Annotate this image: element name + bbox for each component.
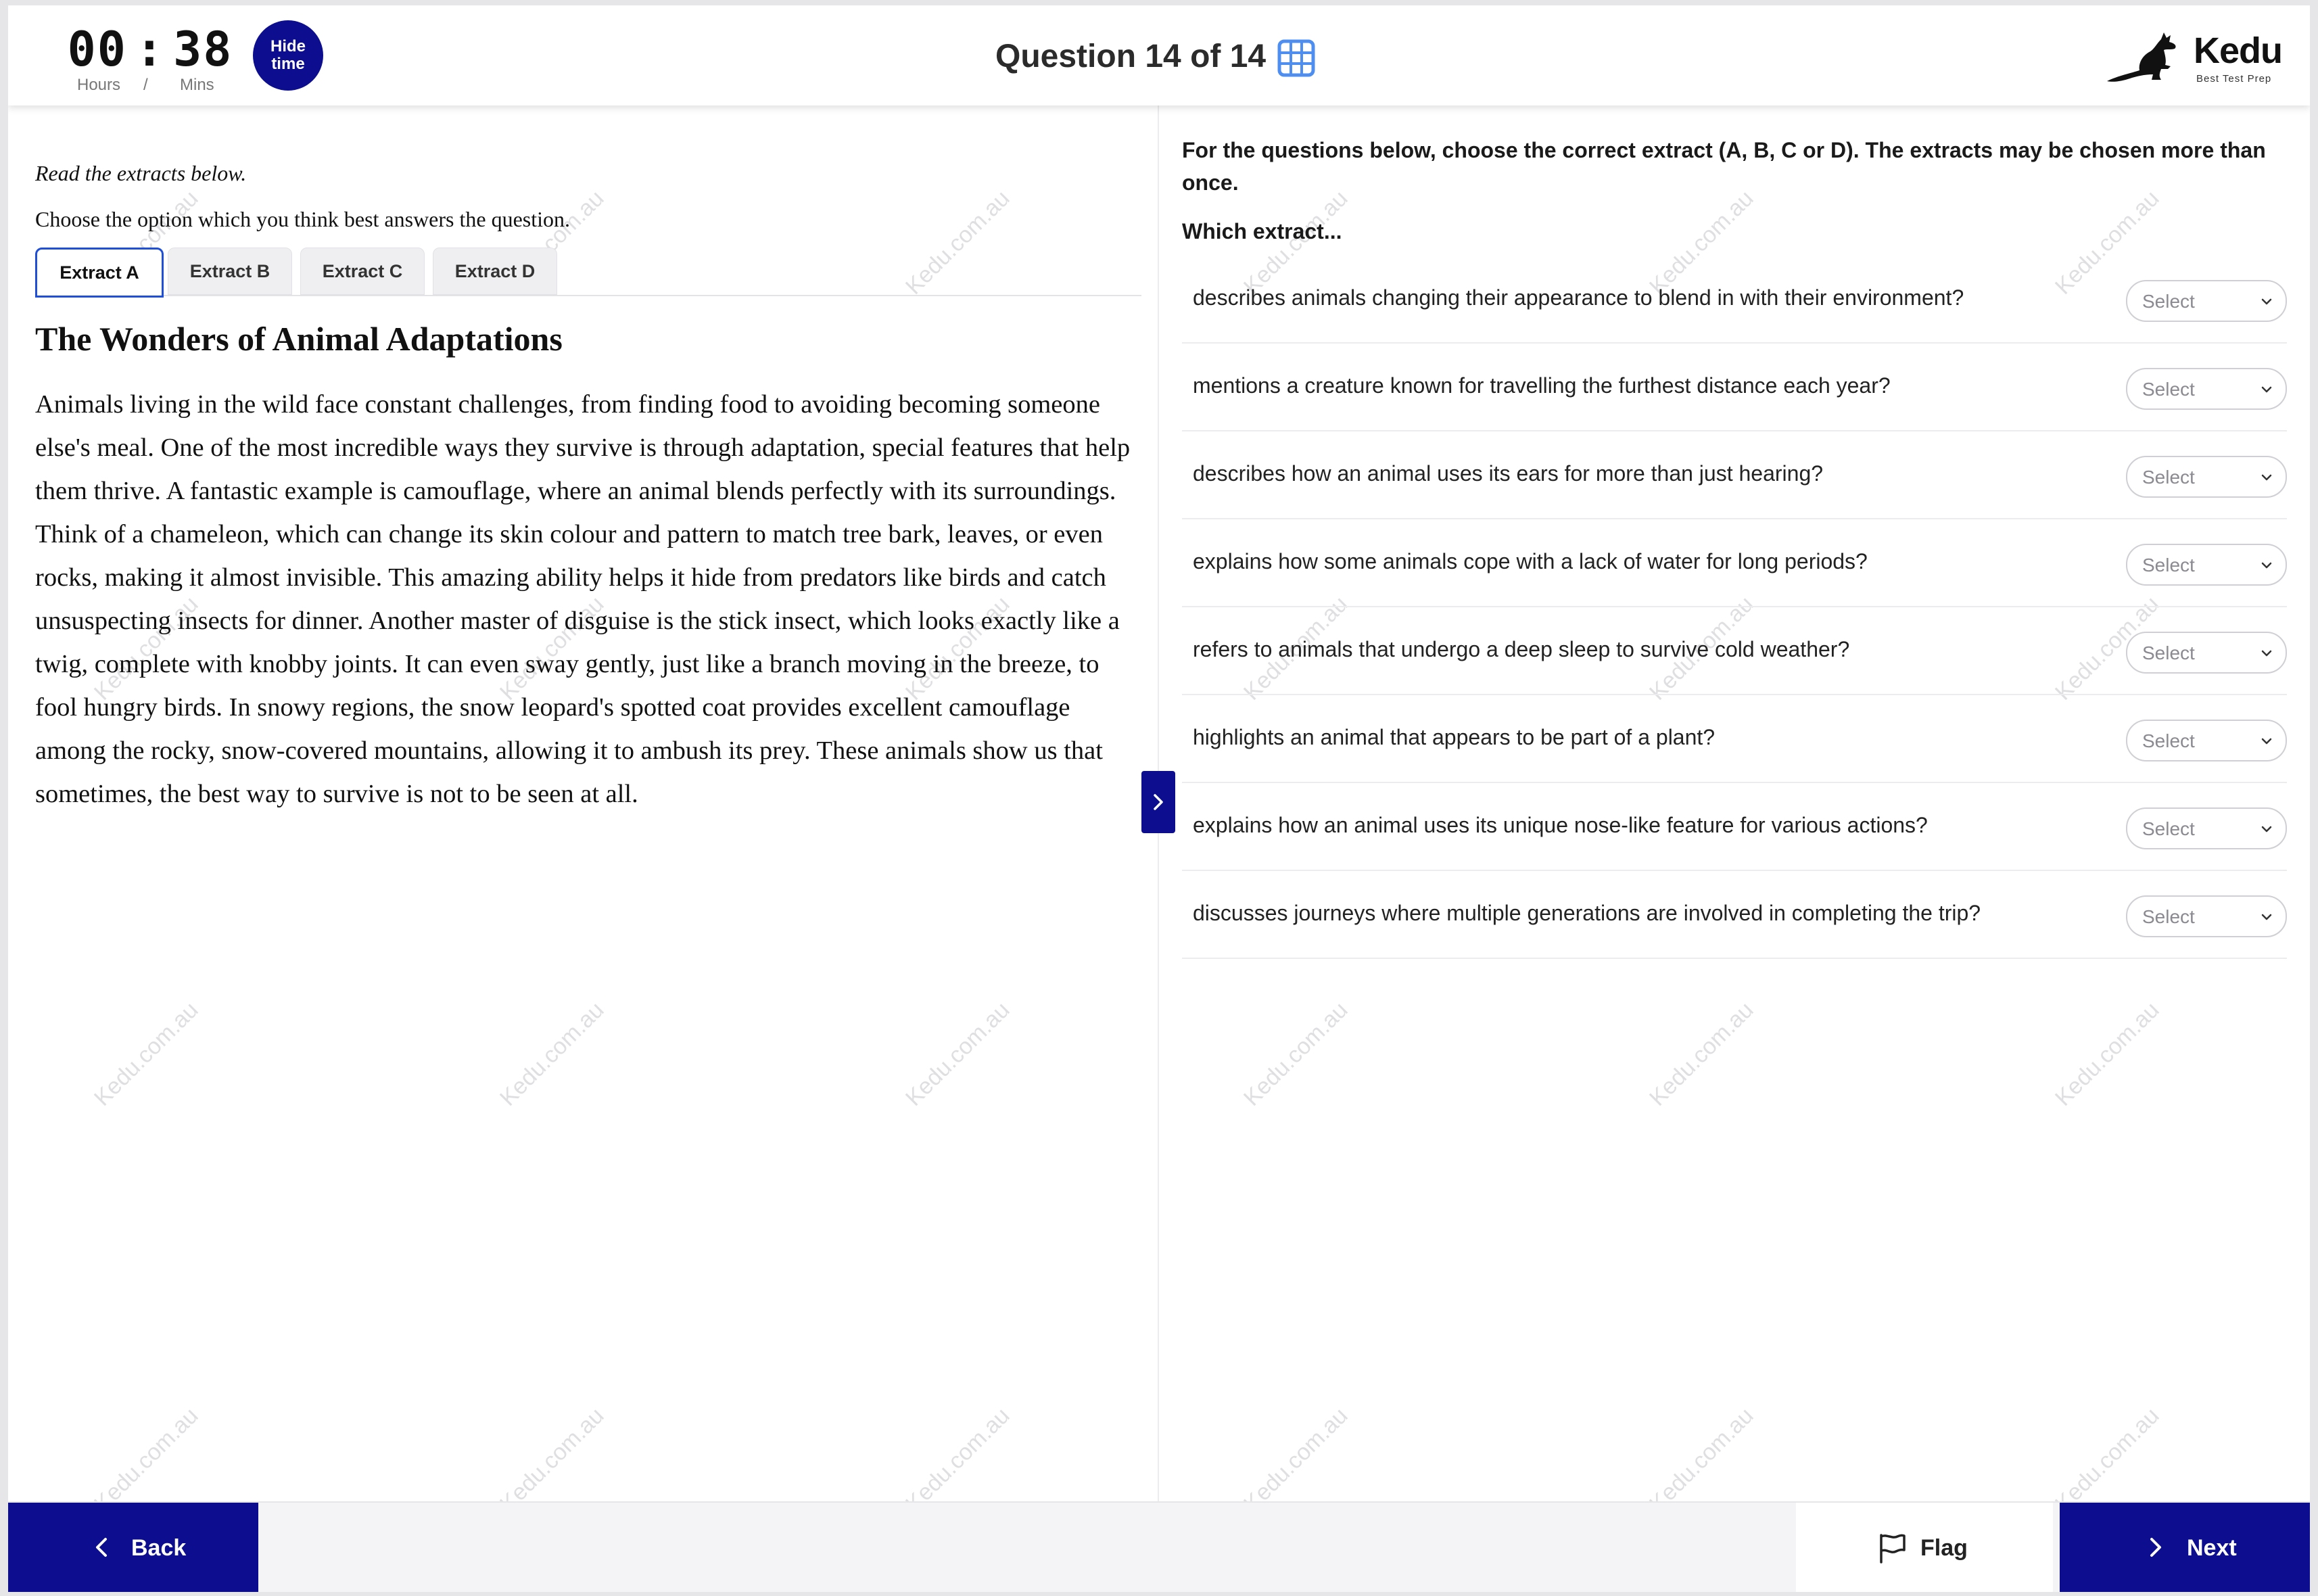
extract-select[interactable]: Select	[2126, 807, 2287, 849]
flag-icon	[1880, 1534, 1906, 1564]
passage-text: Animals living in the wild face constant…	[35, 390, 1131, 808]
question-text: explains how an animal uses its unique n…	[1193, 813, 1928, 837]
chevron-down-icon	[2261, 738, 2272, 745]
timer-separator: :	[135, 22, 166, 77]
extract-select[interactable]: Select	[2126, 368, 2287, 410]
chevron-down-icon	[2261, 826, 2272, 832]
grid-icon[interactable]	[1277, 39, 1315, 77]
question-text: highlights an animal that appears to be …	[1193, 725, 1716, 749]
brand-name: Kedu	[2194, 30, 2283, 71]
extract-tabs: Extract A Extract B Extract C Extract D	[35, 248, 1141, 298]
tab-extract-c[interactable]: Extract C	[300, 248, 425, 295]
chevron-down-icon	[2261, 474, 2272, 481]
question-text: describes how an animal uses its ears fo…	[1193, 461, 1824, 486]
select-value: Select	[2142, 906, 2195, 927]
select-value: Select	[2142, 555, 2195, 576]
tab-extract-a[interactable]: Extract A	[35, 248, 164, 298]
tab-label: Extract D	[454, 260, 536, 281]
extract-select[interactable]: Select	[2126, 895, 2287, 937]
brand-tagline: Best Test Prep	[2196, 73, 2272, 85]
select-value: Select	[2142, 467, 2195, 488]
timer-minutes: 38	[173, 22, 233, 77]
select-value: Select	[2142, 642, 2195, 663]
chevron-down-icon	[2261, 562, 2272, 569]
extract-select[interactable]: Select	[2126, 456, 2287, 498]
question-row: discusses journeys where multiple genera…	[1182, 871, 2287, 959]
countdown-timer: 00:38 Hours / Mins	[62, 22, 238, 96]
chevron-down-icon	[2261, 914, 2272, 920]
kedu-logo: Kedu Best Test Prep	[2104, 28, 2287, 89]
select-value: Select	[2142, 379, 2195, 400]
tab-label: Extract B	[189, 260, 270, 281]
mins-label: Mins	[180, 76, 214, 94]
question-counter: Question 14 of 14	[995, 39, 1267, 74]
question-row: mentions a creature known for travelling…	[1182, 344, 2287, 431]
intro-choose: Choose the option which you think best a…	[35, 207, 571, 231]
hide-time-button[interactable]: Hide time	[253, 20, 323, 91]
question-text: discusses journeys where multiple genera…	[1193, 901, 1981, 925]
question-row: explains how an animal uses its unique n…	[1182, 783, 2287, 871]
question-row: explains how some animals cope with a la…	[1182, 519, 2287, 607]
hours-label: Hours	[77, 76, 121, 94]
next-label: Next	[2187, 1535, 2237, 1561]
exam-window: 00:38 Hours / Mins Hide time Question 14…	[8, 5, 2310, 1592]
question-text: mentions a creature known for travelling…	[1193, 373, 1891, 398]
timer-hours: 00	[67, 22, 127, 77]
flag-button[interactable]: Flag	[1796, 1503, 2053, 1592]
question-text: refers to animals that undergo a deep sl…	[1193, 637, 1850, 661]
select-value: Select	[2142, 818, 2195, 839]
chevron-down-icon	[2261, 298, 2272, 305]
extract-select[interactable]: Select	[2126, 632, 2287, 674]
header-bar: 00:38 Hours / Mins Hide time Question 14…	[8, 5, 2310, 105]
tab-label: Extract A	[60, 262, 139, 283]
next-button[interactable]: Next	[2060, 1503, 2310, 1592]
question-text: describes animals changing their appeara…	[1193, 285, 1964, 310]
chevron-right-icon	[1154, 794, 1163, 810]
tab-label: Extract C	[322, 260, 403, 281]
flag-label: Flag	[1920, 1535, 1968, 1561]
chevron-right-icon	[2150, 1538, 2161, 1557]
intro-instruction: Read the extracts below.	[35, 161, 247, 185]
tab-extract-b[interactable]: Extract B	[168, 248, 292, 295]
collapse-pane-button[interactable]	[1141, 771, 1175, 833]
question-row: describes animals changing their appeara…	[1182, 256, 2287, 344]
extract-select[interactable]: Select	[2126, 544, 2287, 586]
chevron-down-icon	[2261, 386, 2272, 393]
footer-bar: Back Flag Next	[8, 1501, 2310, 1592]
tab-extract-d[interactable]: Extract D	[433, 248, 557, 295]
question-row: highlights an animal that appears to be …	[1182, 695, 2287, 783]
kangaroo-icon	[2107, 32, 2176, 82]
timer-digits: 00:38	[62, 22, 238, 77]
select-value: Select	[2142, 291, 2195, 312]
question-text: explains how some animals cope with a la…	[1193, 549, 1868, 573]
questions-instructions: For the questions below, choose the corr…	[1182, 138, 2266, 195]
passage-title: The Wonders of Animal Adaptations	[35, 320, 563, 358]
select-value: Select	[2142, 730, 2195, 751]
extract-select[interactable]: Select	[2126, 720, 2287, 761]
extracts-pane: Read the extracts below. Choose the opti…	[8, 105, 1158, 1501]
question-row: refers to animals that undergo a deep sl…	[1182, 607, 2287, 695]
questions-pane: For the questions below, choose the corr…	[1159, 105, 2310, 1501]
unit-separator: /	[143, 76, 148, 94]
back-label: Back	[131, 1535, 187, 1561]
hide-time-label: Hide time	[270, 37, 306, 73]
which-extract-heading: Which extract...	[1182, 219, 1342, 243]
chevron-down-icon	[2261, 650, 2272, 657]
chevron-left-icon	[96, 1538, 107, 1557]
back-button[interactable]: Back	[8, 1503, 258, 1592]
question-row: describes how an animal uses its ears fo…	[1182, 431, 2287, 519]
extract-select[interactable]: Select	[2126, 280, 2287, 322]
